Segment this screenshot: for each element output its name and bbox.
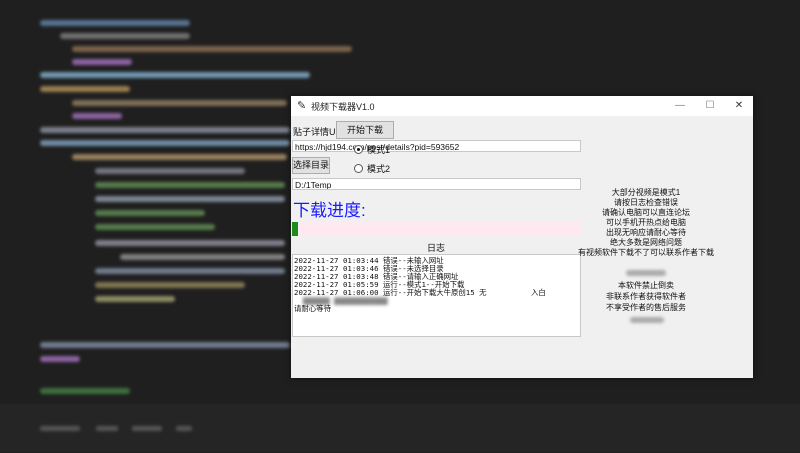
info-line: 可以手机开热点给电脑 — [606, 218, 686, 227]
info-line: 本软件禁止倒卖 — [618, 281, 674, 290]
start-download-button[interactable]: 开始下载 — [336, 121, 394, 139]
log-line: 请耐心等待 — [294, 304, 331, 313]
progress-bar — [292, 222, 581, 236]
url-input[interactable]: https://hjd194.com/post/details?pid=5936… — [292, 140, 581, 152]
window-title: 视频下载器V1.0 — [311, 102, 375, 112]
log-textbox[interactable]: 2022-11-27 01:03:44 错误--未输入网址 2022-11-27… — [292, 254, 581, 337]
log-title: 日志 — [427, 243, 446, 253]
progress-label: 下载进度: — [293, 201, 366, 220]
log-line-suffix: 入白 — [531, 288, 546, 297]
info-line: 出现无响应请耐心等待 — [606, 228, 686, 237]
info-line: 请确认电脑可以直连论坛 — [602, 208, 690, 217]
mode2-label: 模式2 — [367, 164, 391, 174]
directory-input[interactable]: D:/1Temp — [292, 178, 581, 190]
radio-unselected-icon — [354, 164, 363, 173]
mode2-radio[interactable]: 模式2 — [354, 162, 390, 175]
choose-directory-button[interactable]: 选择目录 — [292, 157, 330, 174]
maximize-button[interactable]: ☐ — [700, 98, 720, 114]
info-line: 有视频软件下载不了可以联系作者下载 — [578, 248, 714, 257]
info-line: 非联系作者获得软件者 — [606, 292, 686, 301]
redacted-contact — [630, 317, 664, 323]
radio-selected-icon — [354, 145, 363, 154]
progress-fill — [292, 222, 298, 236]
close-button[interactable]: ✕ — [729, 98, 749, 114]
editor-status-bar — [0, 404, 800, 452]
minimize-button[interactable]: — — [670, 98, 690, 114]
mode1-label: 模式1 — [367, 145, 391, 155]
feather-icon: ✎ — [297, 100, 307, 112]
title-bar[interactable]: ✎ 视频下载器V1.0 — ☐ ✕ — [291, 96, 753, 116]
info-line: 大部分视频是模式1 — [611, 188, 681, 197]
info-line: 绝大多数是网络问题 — [610, 238, 682, 247]
redacted-contact — [626, 270, 666, 276]
info-line: 请按日志检查错误 — [614, 198, 678, 207]
mode1-radio[interactable]: 模式1 — [354, 143, 390, 156]
info-line: 不享受作者的售后服务 — [606, 303, 686, 312]
